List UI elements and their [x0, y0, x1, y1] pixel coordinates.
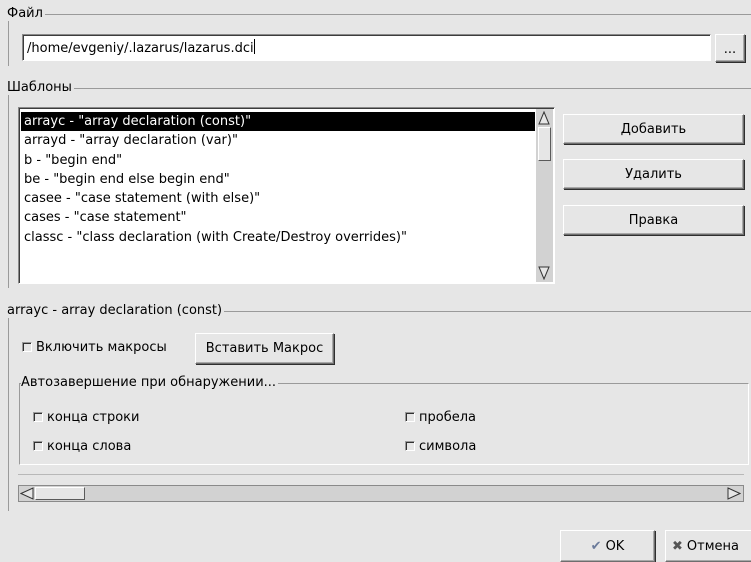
file-path-value: /home/evgeniy/.lazarus/lazarus.dci	[27, 41, 254, 56]
word-end-label: конца слова	[47, 439, 132, 454]
horizontal-scroll-thumb[interactable]	[35, 487, 85, 500]
scroll-down-arrow-icon[interactable]	[538, 266, 550, 281]
symbol-box[interactable]	[405, 441, 415, 451]
scroll-left-arrow-icon[interactable]	[19, 487, 34, 500]
add-template-label: Добавить	[620, 121, 687, 137]
insert-macro-button[interactable]: Вставить Макрос	[195, 333, 334, 364]
symbol-label: символа	[419, 439, 477, 454]
list-item[interactable]: classc - "class declaration (with Create…	[21, 228, 535, 247]
text-cursor	[253, 39, 255, 54]
insert-macro-label: Вставить Макрос	[205, 341, 324, 356]
browse-button[interactable]: ...	[715, 34, 745, 62]
checkmark-icon: ✔	[590, 538, 602, 554]
scroll-up-arrow-icon[interactable]	[538, 110, 550, 125]
template-editor-legend: arrayc - array declaration (const)	[7, 303, 225, 318]
list-item[interactable]: cases - "case statement"	[21, 208, 535, 227]
delete-template-label: Удалить	[625, 166, 682, 182]
list-item[interactable]: b - "begin end"	[21, 151, 535, 170]
list-item[interactable]: casee - "case statement (with else)"	[21, 189, 535, 208]
space-checkbox[interactable]: пробела	[405, 410, 476, 426]
templates-list[interactable]: arrayc - "array declaration (const)" arr…	[18, 107, 555, 284]
enable-macros-box[interactable]	[22, 342, 32, 352]
delete-template-button[interactable]: Удалить	[563, 159, 744, 189]
cancel-x-icon: ✖	[672, 538, 683, 554]
word-end-checkbox[interactable]: конца слова	[33, 439, 131, 455]
enable-macros-checkbox[interactable]: Включить макросы	[22, 340, 167, 356]
list-item[interactable]: be - "begin end else begin end"	[21, 170, 535, 189]
list-item[interactable]: arrayd - "array declaration (var)"	[21, 131, 535, 150]
cancel-button[interactable]: ✖ Отмена	[665, 530, 751, 562]
file-group-legend: Файл	[7, 6, 45, 21]
cancel-label: Отмена	[686, 538, 739, 554]
add-template-button[interactable]: Добавить	[563, 114, 744, 144]
enable-macros-label: Включить макросы	[36, 340, 167, 355]
ok-button[interactable]: ✔ OK	[560, 530, 655, 562]
edit-template-label: Правка	[628, 212, 679, 228]
browse-button-label: ...	[723, 42, 737, 57]
line-end-checkbox[interactable]: конца строки	[33, 410, 139, 426]
editor-horizontal-scrollbar[interactable]	[18, 485, 744, 502]
word-end-box[interactable]	[33, 441, 43, 451]
vertical-scroll-thumb[interactable]	[538, 127, 551, 161]
space-label: пробела	[419, 410, 476, 425]
templates-list-items: arrayc - "array declaration (const)" arr…	[21, 112, 535, 247]
ok-label: OK	[605, 538, 625, 554]
edit-template-button[interactable]: Правка	[563, 205, 744, 235]
space-box[interactable]	[405, 412, 415, 422]
templates-group-legend: Шаблоны	[7, 80, 74, 95]
file-path-input[interactable]: /home/evgeniy/.lazarus/lazarus.dci	[22, 34, 711, 61]
line-end-label: конца строки	[47, 410, 140, 425]
autocomplete-legend: Автозавершение при обнаружении...	[21, 375, 279, 390]
scroll-right-arrow-icon[interactable]	[727, 487, 742, 500]
line-end-box[interactable]	[33, 412, 43, 422]
templates-vertical-scrollbar[interactable]	[536, 109, 553, 282]
list-item[interactable]: arrayc - "array declaration (const)"	[21, 112, 535, 132]
symbol-checkbox[interactable]: символа	[405, 439, 476, 455]
